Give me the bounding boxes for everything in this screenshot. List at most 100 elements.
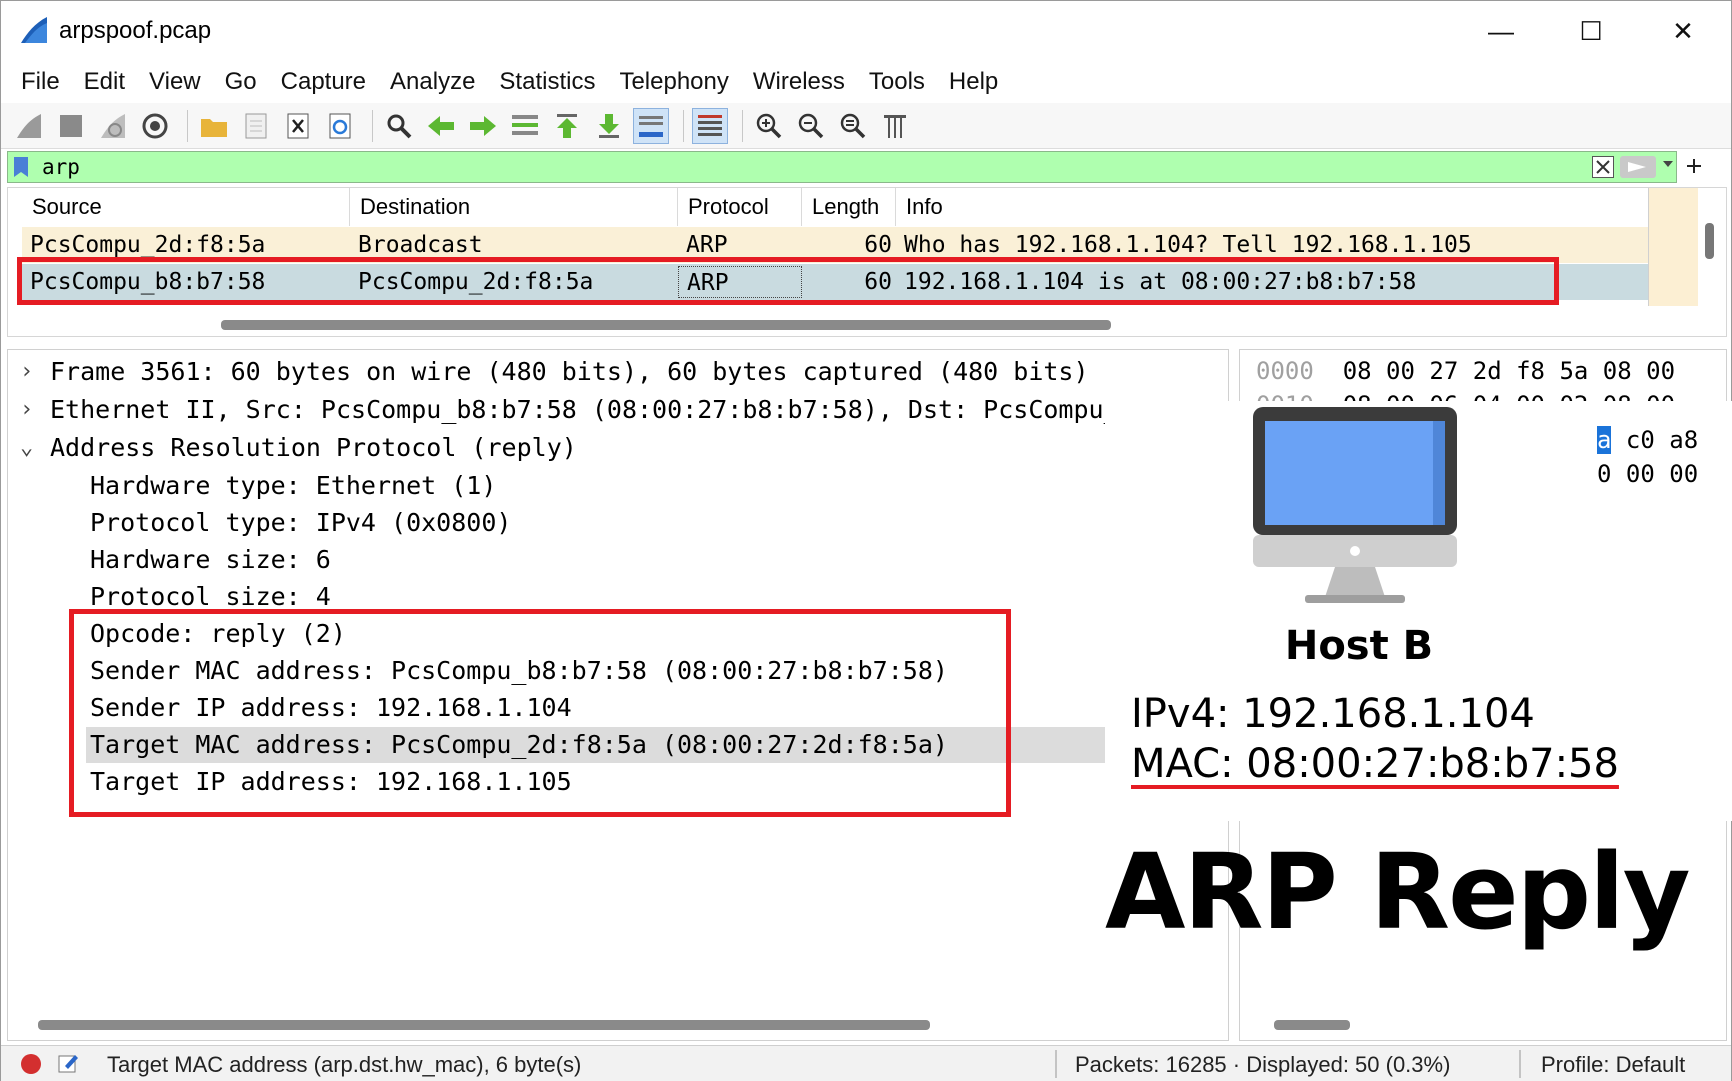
field-hardware-type: Hardware type: Ethernet (1)	[90, 471, 497, 500]
tree-item-ethernet[interactable]: › Ethernet II, Src: PcsCompu_b8:b7:58 (0…	[8, 392, 1108, 428]
magnifier-icon	[387, 114, 412, 138]
add-filter-button[interactable]	[1685, 151, 1703, 181]
chevron-right-icon[interactable]: ›	[20, 354, 42, 390]
toolbar-separator	[742, 109, 743, 142]
bookmark-icon[interactable]	[14, 157, 28, 177]
column-length[interactable]: Length	[802, 188, 896, 226]
highlight-box-reply-packet	[17, 257, 1559, 305]
close-button[interactable]: ✕	[1653, 11, 1713, 51]
minimize-button[interactable]: —	[1471, 11, 1531, 51]
stop-capture-button[interactable]	[53, 108, 89, 144]
auto-scroll-button[interactable]	[633, 107, 669, 144]
save-file-button[interactable]	[238, 108, 274, 144]
display-filter-bar	[7, 151, 1677, 183]
arrow-left-icon	[428, 115, 454, 136]
column-destination[interactable]: Destination	[350, 188, 678, 226]
packet-list-vertical-scrollbar[interactable]	[1705, 223, 1714, 259]
reload-file-button[interactable]	[322, 108, 358, 144]
toolbar-separator	[187, 109, 188, 142]
colorize-button[interactable]	[692, 107, 728, 144]
go-to-packet-button[interactable]	[507, 108, 543, 144]
menu-telephony[interactable]: Telephony	[607, 68, 740, 96]
resize-columns-button[interactable]	[877, 108, 913, 144]
clear-filter-button[interactable]	[1592, 156, 1614, 178]
open-file-button[interactable]	[196, 108, 232, 144]
cell-length: 60	[864, 232, 892, 258]
zoom-in-button[interactable]	[751, 108, 787, 144]
tree-label: Ethernet II, Src: PcsCompu_b8:b7:58 (08:…	[50, 395, 1108, 424]
column-info[interactable]: Info	[896, 188, 1652, 226]
hex-row-partial[interactable]: 0 00 00	[1597, 457, 1698, 491]
hex-bytes: 0 00 00	[1597, 460, 1699, 488]
menu-tools[interactable]: Tools	[857, 68, 937, 96]
menu-statistics[interactable]: Statistics	[487, 68, 607, 96]
find-packet-button[interactable]	[381, 108, 417, 144]
hex-selected-byte: a	[1597, 426, 1612, 454]
arrow-down-icon	[599, 113, 619, 138]
stop-icon	[60, 114, 82, 137]
capture-options-button[interactable]	[137, 108, 173, 144]
toolbar-separator	[683, 109, 684, 142]
hex-bytes: c0 a8	[1611, 426, 1699, 454]
status-separator	[1055, 1050, 1057, 1078]
restart-fin-icon	[101, 113, 125, 138]
edit-comment-icon[interactable]	[57, 1052, 79, 1074]
menu-help[interactable]: Help	[937, 68, 1010, 96]
arp-reply-label: ARP Reply	[1105, 831, 1691, 953]
cell-source: PcsCompu_2d:f8:5a	[30, 232, 266, 258]
menu-wireless[interactable]: Wireless	[741, 68, 857, 96]
computer-monitor-icon	[1253, 407, 1457, 603]
colorize-icon	[698, 114, 722, 136]
menu-view[interactable]: View	[137, 68, 213, 96]
go-forward-button[interactable]	[465, 108, 501, 144]
tree-item-arp[interactable]: ⌄ Address Resolution Protocol (reply)	[8, 430, 1108, 466]
toolbar-separator	[372, 109, 373, 142]
wireshark-fin-icon	[21, 17, 47, 43]
field-protocol-type: Protocol type: IPv4 (0x0800)	[90, 508, 512, 537]
menu-capture[interactable]: Capture	[269, 68, 378, 96]
details-horizontal-scrollbar[interactable]	[38, 1020, 930, 1030]
zoom-out-button[interactable]	[793, 108, 829, 144]
zoom-normal-button[interactable]	[835, 108, 871, 144]
tree-label: Frame 3561: 60 bytes on wire (480 bits),…	[50, 357, 1089, 386]
status-separator	[1519, 1050, 1521, 1078]
arrow-right-icon	[470, 115, 496, 136]
gear-icon	[142, 113, 168, 138]
go-first-packet-button[interactable]	[549, 108, 585, 144]
start-capture-button[interactable]	[11, 108, 47, 144]
close-file-button[interactable]	[280, 108, 316, 144]
column-source[interactable]: Source	[22, 188, 350, 226]
zoom-normal-icon	[840, 113, 866, 138]
tree-item-frame[interactable]: › Frame 3561: 60 bytes on wire (480 bits…	[8, 354, 1108, 390]
go-last-packet-button[interactable]	[591, 108, 627, 144]
display-filter-input[interactable]	[42, 153, 1542, 181]
zoom-in-icon	[756, 113, 782, 138]
menu-file[interactable]: File	[9, 68, 72, 96]
window-title: arpspoof.pcap	[59, 17, 212, 44]
hex-row-partial[interactable]: a c0 a8	[1597, 423, 1698, 457]
restart-capture-button[interactable]	[95, 108, 131, 144]
close-icon	[1596, 160, 1610, 174]
chevron-down-icon[interactable]: ⌄	[20, 430, 42, 466]
maximize-button[interactable]: ☐	[1561, 11, 1621, 51]
expert-info-icon[interactable]	[21, 1054, 41, 1074]
hex-row[interactable]: 0000 08 00 27 2d f8 5a 08 00	[1256, 354, 1675, 388]
field-hardware-size: Hardware size: 6	[90, 545, 331, 574]
menu-analyze[interactable]: Analyze	[378, 68, 487, 96]
host-mac: MAC: 08:00:27:b8:b7:58	[1131, 741, 1619, 787]
status-bar: Target MAC address (arp.dst.hw_mac), 6 b…	[1, 1045, 1731, 1081]
status-profile[interactable]: Profile: Default	[1541, 1052, 1685, 1078]
filter-history-dropdown[interactable]	[1662, 156, 1674, 172]
auto-scroll-icon	[639, 115, 663, 137]
menu-edit[interactable]: Edit	[72, 68, 137, 96]
bytes-horizontal-scrollbar[interactable]	[1274, 1020, 1350, 1030]
chevron-right-icon[interactable]: ›	[20, 392, 42, 428]
apply-filter-button[interactable]	[1620, 156, 1656, 178]
wireshark-window: arpspoof.pcap — ☐ ✕ File Edit View Go Ca…	[0, 0, 1732, 1081]
menu-go[interactable]: Go	[213, 68, 269, 96]
go-to-packet-icon	[512, 114, 538, 135]
packet-list-horizontal-scrollbar[interactable]	[221, 320, 1111, 330]
packet-list-minimap[interactable]	[1648, 188, 1698, 306]
column-protocol[interactable]: Protocol	[678, 188, 802, 226]
go-back-button[interactable]	[423, 108, 459, 144]
